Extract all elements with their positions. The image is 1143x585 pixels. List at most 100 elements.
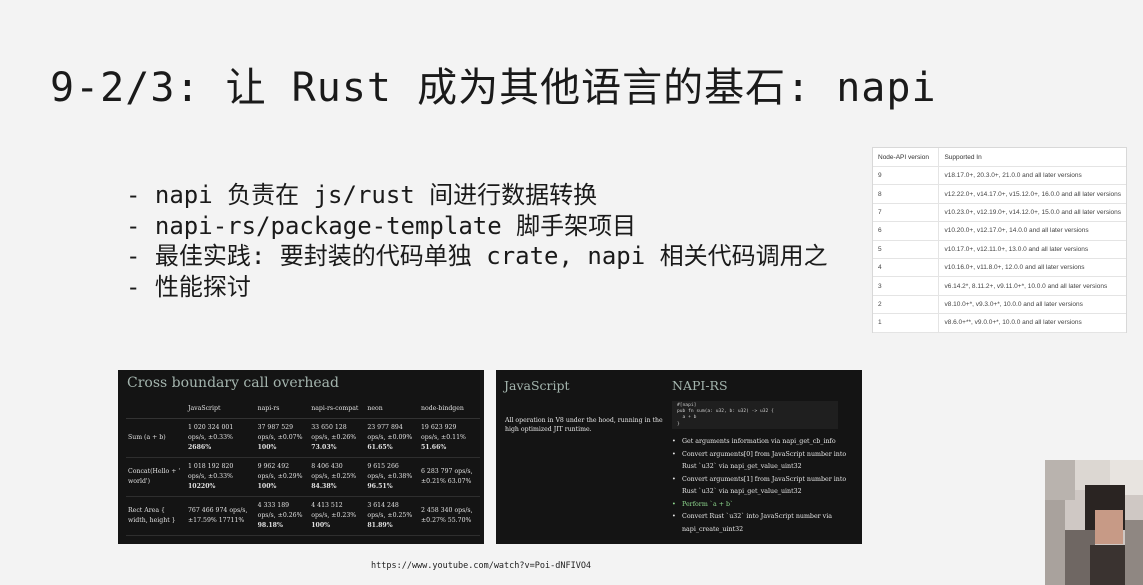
table-row: 9 v18.17.0+, 20.3.0+, 21.0.0 and all late… [873, 166, 1126, 186]
benchmark-cell: 767 466 974 ops/s, ±17.59% 17711% [186, 496, 256, 536]
code-snippet: #[napi] pub fn sum(a: u32, b: u32) -> u3… [672, 401, 838, 429]
supported-in-cell: v12.22.0+, v14.17.0+, v15.12.0+, 16.0.0 … [938, 184, 1126, 204]
table-row: 5 v10.17.0+, v12.11.0+, 13.0.0 and all la… [873, 240, 1126, 259]
benchmark-cell: 4 333 189 ops/s, ±0.26% 98.18% [255, 496, 310, 536]
benchmark-cell: 2 458 340 ops/s, ±0.27% 55.70% [419, 496, 480, 536]
ops-value: 9 615 266 [367, 463, 399, 470]
version-cell: 8 [873, 184, 940, 204]
ops-value: ops/s, ±0.11% [421, 434, 466, 441]
ops-value: ±0.21% 63.07% [421, 478, 472, 485]
benchmark-cell: 9 615 266 ops/s, ±0.38% 96.51% [365, 457, 419, 497]
table-row: 6 v10.20.0+, v12.17.0+, 14.0.0 and all la… [873, 221, 1126, 241]
row-label: Rect Area { width, height } [126, 496, 186, 536]
table-row: 3 v6.14.2*, 8.11.2+, v9.11.0+*, 10.0.0 an… [873, 276, 1126, 296]
ops-value: 4 333 189 [257, 502, 290, 509]
version-cell: 1 [873, 313, 940, 333]
table-header: Supported In [938, 148, 1126, 167]
table-header: JavaScript [186, 400, 256, 419]
bullet-item: - napi-rs/package-template 脚手架项目 [126, 211, 637, 240]
video-url: https://www.youtube.com/watch?v=Poi-dNFI… [371, 561, 592, 571]
relative-percent: 61.65% [367, 444, 393, 451]
version-cell: 9 [873, 166, 940, 186]
ops-value: 33 650 128 [311, 424, 347, 431]
relative-percent: 98.18% [257, 522, 283, 529]
ops-value: 3 614 248 [367, 502, 399, 509]
benchmark-cell: 1 018 192 820 ops/s, ±0.33% 10220% [186, 457, 256, 497]
version-cell: 5 [873, 240, 940, 259]
ops-value: ops/s, ±0.33% [188, 473, 233, 480]
benchmark-cell: 9 962 492 ops/s, ±0.29% 100% [255, 457, 310, 497]
version-cell: 7 [873, 203, 940, 223]
ops-value: ±0.27% 55.70% [421, 517, 472, 524]
benchmark-cell: 3 614 248 ops/s, ±0.25% 81.89% [365, 496, 419, 536]
benchmark-cell: 19 623 929 ops/s, ±0.11% 51.66% [419, 418, 480, 458]
benchmark-cell: 6 283 797 ops/s, ±0.21% 63.07% [419, 457, 480, 497]
supported-in-cell: v10.17.0+, v12.11.0+, 13.0.0 and all lat… [938, 240, 1126, 259]
row-label: Sum (a + b) [126, 418, 186, 458]
call-overhead-panel: Cross boundary call overhead JavaScript … [118, 370, 484, 544]
table-header: Node-API version [873, 148, 940, 167]
table-row: 4 v10.16.0+, v11.8.0+, 12.0.0 and all lat… [873, 258, 1126, 278]
relative-percent: 2686% [188, 444, 212, 451]
supported-in-cell: v10.20.0+, v12.17.0+, 14.0.0 and all lat… [938, 221, 1126, 241]
step-item: Rust `u32` via napi_get_value_uint32 [682, 463, 802, 470]
relative-percent: 96.51% [367, 483, 393, 490]
bullet-item: - 性能探讨 [126, 272, 251, 301]
table-row: 7 v10.23.0+, v12.19.0+, v14.12.0+, 15.0.0… [873, 203, 1126, 223]
table-row: Sum (a + b) 1 020 324 001 ops/s, ±0.33% 268… [126, 418, 480, 458]
relative-percent: 100% [257, 483, 277, 490]
ops-value: ±17.59% 17711% [188, 517, 245, 524]
table-row: 8 v12.22.0+, v14.17.0+, v15.12.0+, 16.0.0… [873, 184, 1126, 204]
ops-value: 37 987 529 [257, 424, 294, 431]
js-vs-napi-panel: JavaScript NAPI-RS All operation in V8 u… [496, 370, 862, 544]
table-header: neon [365, 400, 419, 419]
ops-value: ops/s, ±0.25% [367, 512, 413, 519]
ops-value: 23 977 894 [367, 424, 403, 431]
ops-value: ops/s, ±0.25% [311, 473, 357, 480]
benchmark-cell: 37 987 529 ops/s, ±0.07% 100% [255, 418, 310, 458]
ops-value: 6 283 797 ops/s, [421, 468, 473, 475]
panel-title: Cross boundary call overhead [127, 375, 339, 391]
step-item: Rust `u32` via napi_get_value_uint32 [682, 488, 802, 495]
ops-value: 9 962 492 [257, 463, 290, 470]
ops-value: 1 020 324 001 [188, 424, 234, 431]
supported-in-cell: v10.23.0+, v12.19.0+, v14.12.0+, 15.0.0 … [938, 203, 1126, 223]
supported-in-cell: v10.16.0+, v11.8.0+, 12.0.0 and all late… [938, 258, 1126, 278]
ops-value: 767 466 974 ops/s, [188, 507, 248, 514]
relative-percent: 51.66% [421, 444, 447, 451]
bullet-list: - napi 负责在 js/rust 间进行数据转换 - napi-rs/pac… [126, 180, 828, 302]
ops-value: ops/s, ±0.09% [367, 434, 413, 441]
relative-percent: 81.89% [367, 522, 393, 529]
benchmark-cell: 8 406 430 ops/s, ±0.25% 84.38% [309, 457, 366, 497]
benchmark-cell: 1 020 324 001 ops/s, ±0.33% 2686% [186, 418, 256, 458]
version-cell: 2 [873, 295, 940, 315]
step-item: Convert arguments[1] from JavaScript num… [672, 474, 852, 487]
relative-percent: 100% [311, 522, 331, 529]
benchmark-cell: 33 650 128 ops/s, ±0.26% 73.03% [309, 418, 366, 458]
relative-percent: 100% [257, 444, 277, 451]
benchmark-cell: 4 413 512 ops/s, ±0.23% 100% [309, 496, 366, 536]
relative-percent: 73.03% [311, 444, 337, 451]
node-api-version-table: Node-API version Supported In 9 v18.17.0+… [872, 147, 1127, 333]
slide-title: 9-2/3: 让 Rust 成为其他语言的基石: napi [50, 65, 937, 111]
step-item: Convert Rust `u32` into JavaScript numbe… [672, 511, 852, 524]
version-cell: 3 [873, 276, 940, 296]
step-item: Get arguments information via napi_get_c… [672, 436, 852, 449]
ops-value: ops/s, ±0.26% [257, 512, 303, 519]
javascript-description: All operation in V8 under the hood, runn… [505, 417, 663, 433]
ops-value: ops/s, ±0.38% [367, 473, 413, 480]
napi-steps-list: Get arguments information via napi_get_c… [672, 436, 852, 536]
bullet-item: - napi 负责在 js/rust 间进行数据转换 [126, 181, 598, 209]
version-cell: 6 [873, 221, 940, 241]
table-row: Concat(Hello + ' world') 1 018 192 820 ops… [126, 457, 480, 497]
version-cell: 4 [873, 258, 940, 278]
step-item: napi_create_uint32 [682, 525, 744, 533]
ops-value: ops/s, ±0.33% [188, 434, 233, 441]
table-header: node-bindgen [419, 400, 480, 419]
ops-value: ops/s, ±0.29% [257, 473, 303, 480]
ops-value: 19 623 929 [421, 424, 457, 431]
table-header: napi-rs [255, 400, 310, 419]
ops-value: 8 406 430 [311, 463, 343, 470]
ops-value: 2 458 340 ops/s, [421, 507, 473, 514]
supported-in-cell: v6.14.2*, 8.11.2+, v9.11.0+*, 10.0.0 and… [938, 276, 1126, 296]
